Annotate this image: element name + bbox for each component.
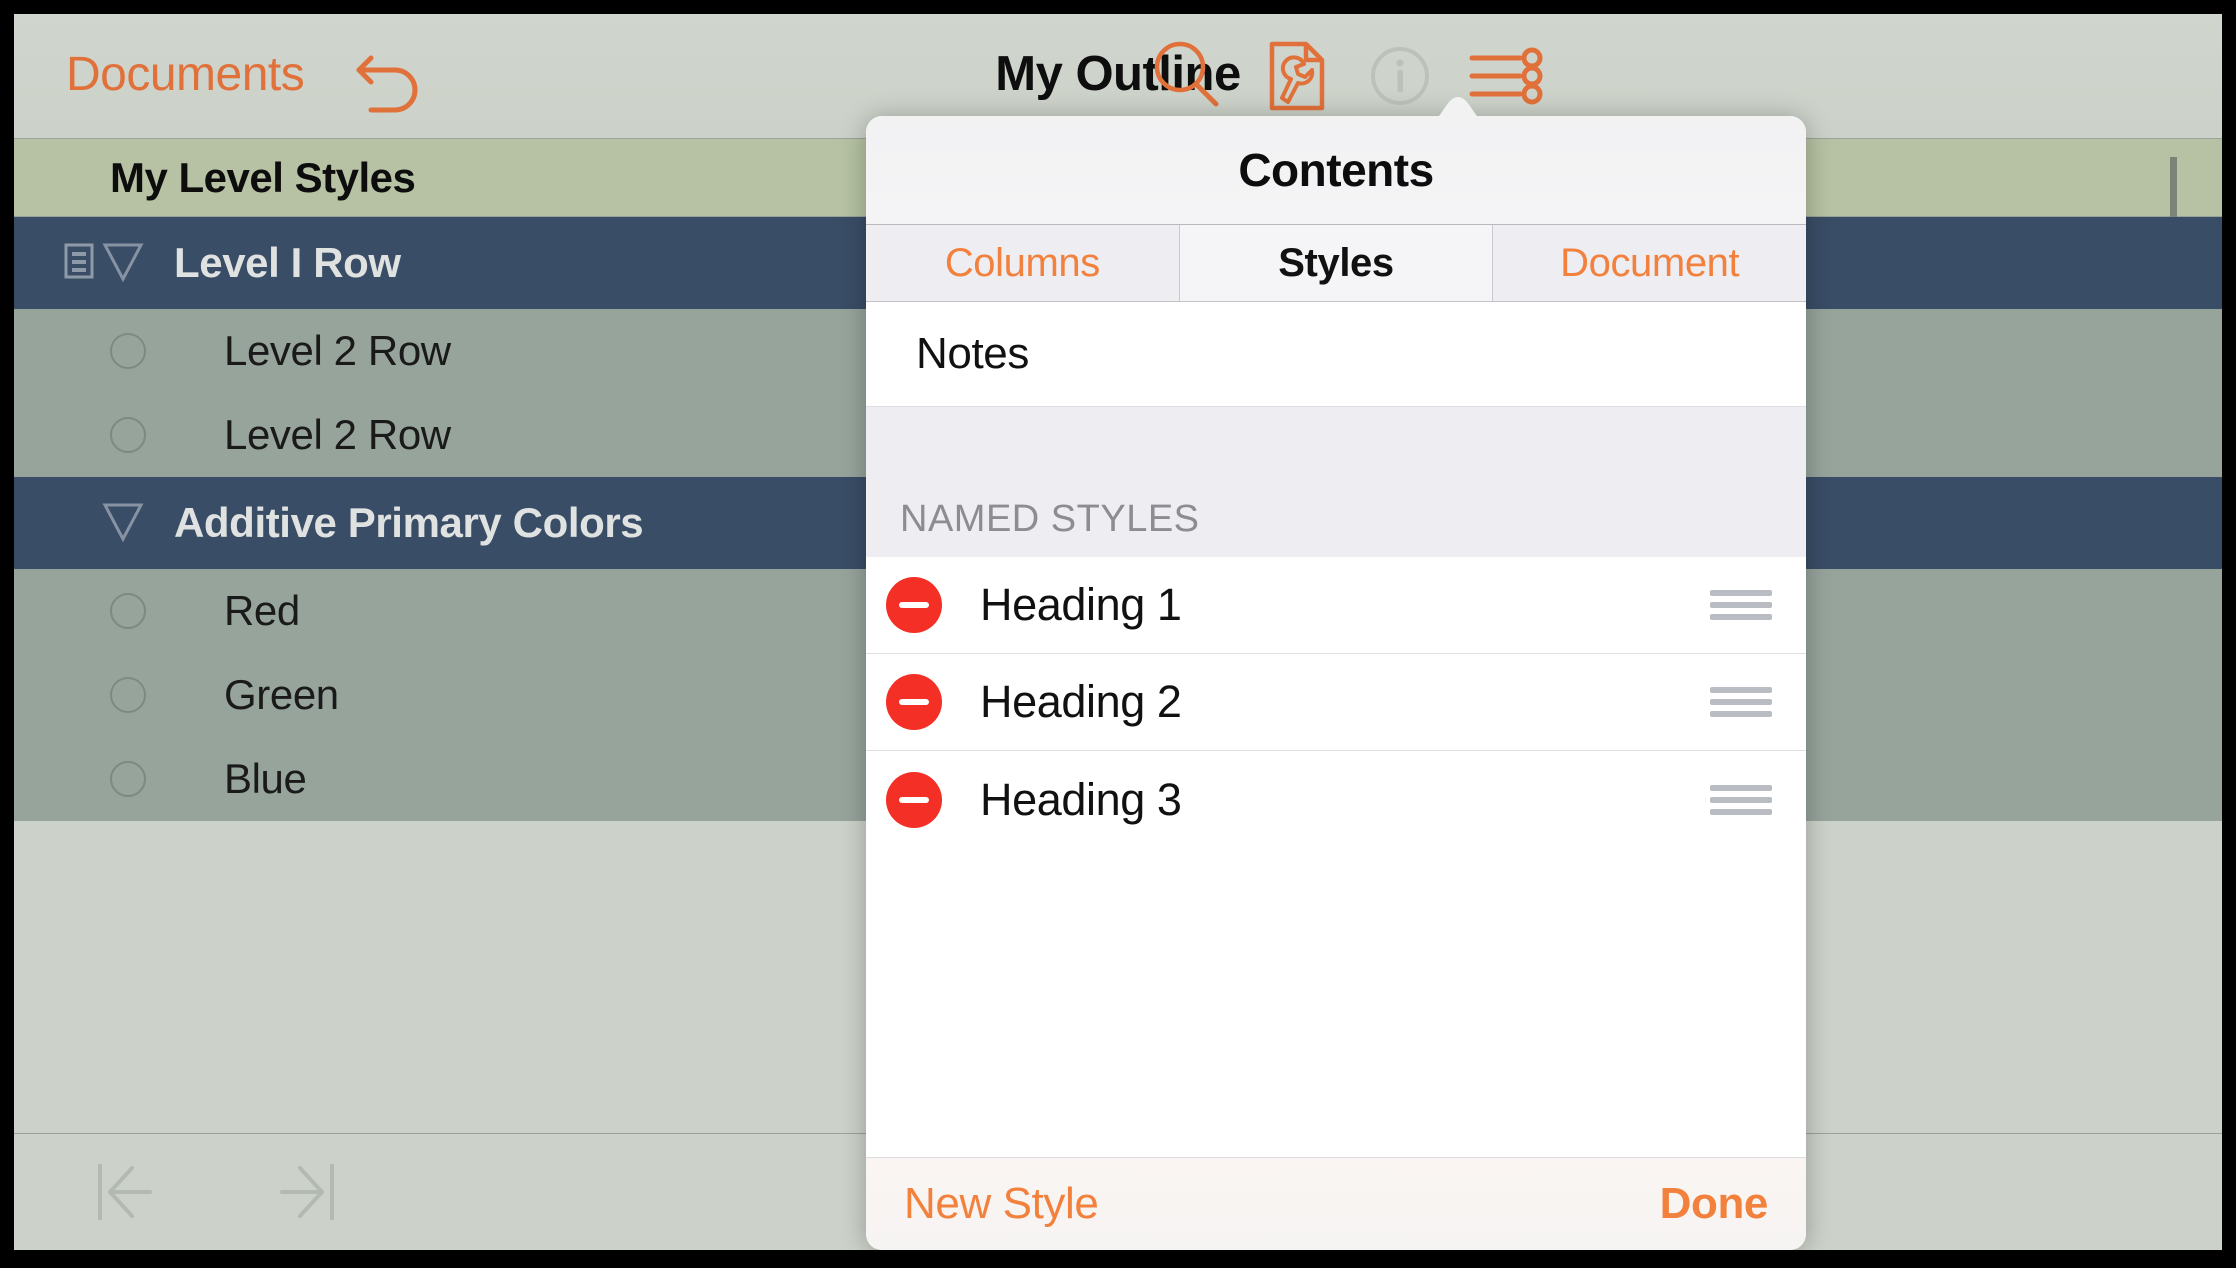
minus-circle-icon[interactable] bbox=[886, 577, 942, 633]
row-bullet-icon[interactable] bbox=[110, 593, 146, 629]
tab-columns[interactable]: Columns bbox=[866, 225, 1179, 301]
row-bullet-icon[interactable] bbox=[110, 333, 146, 369]
popover-title: Contents bbox=[1238, 144, 1434, 196]
page-title: My Outline bbox=[995, 47, 1241, 101]
drag-handle-icon[interactable] bbox=[1710, 590, 1772, 620]
row-gutter bbox=[14, 569, 164, 653]
disclosure-triangle-icon[interactable] bbox=[100, 499, 146, 548]
tab-styles[interactable]: Styles bbox=[1178, 225, 1493, 301]
tab-document[interactable]: Document bbox=[1492, 225, 1806, 301]
popover-title-bar: Contents bbox=[866, 116, 1806, 224]
row-label: Red bbox=[224, 587, 300, 634]
notes-label: Notes bbox=[916, 329, 1029, 378]
style-name-label: Heading 3 bbox=[980, 773, 1182, 825]
popover-footer: New Style Done bbox=[866, 1157, 1806, 1250]
named-styles-section-header: NAMED STYLES bbox=[866, 407, 1806, 557]
list-item[interactable]: Heading 2 bbox=[866, 654, 1806, 751]
document-wrench-icon[interactable] bbox=[1254, 34, 1338, 118]
row-label: Additive Primary Colors bbox=[174, 499, 644, 546]
list-item[interactable]: Heading 3 bbox=[866, 751, 1806, 848]
column-resize-handle[interactable] bbox=[2170, 157, 2196, 245]
row-gutter bbox=[14, 393, 164, 477]
style-name-label: Heading 1 bbox=[980, 579, 1182, 630]
notes-row[interactable]: Notes bbox=[866, 302, 1806, 407]
row-gutter bbox=[14, 217, 164, 309]
outdent-arrow-icon[interactable] bbox=[92, 1156, 168, 1228]
note-indicator-icon[interactable] bbox=[64, 242, 94, 285]
row-label: Level I Row bbox=[174, 239, 401, 286]
row-bullet-icon[interactable] bbox=[110, 677, 146, 713]
named-styles-label: NAMED STYLES bbox=[900, 498, 1200, 540]
named-styles-list: Heading 1 Heading 2 Heading 3 bbox=[866, 557, 1806, 1157]
done-button[interactable]: Done bbox=[1660, 1179, 1769, 1229]
style-name-label: Heading 2 bbox=[980, 676, 1182, 727]
contents-popover: Contents Columns Styles Document Notes N… bbox=[866, 116, 1806, 1250]
drag-handle-icon[interactable] bbox=[1710, 784, 1772, 815]
disclosure-triangle-icon[interactable] bbox=[100, 239, 146, 288]
app-window: Documents My Outline My Level Styles Lev… bbox=[14, 14, 2222, 1250]
row-label: Blue bbox=[224, 755, 307, 802]
list-item[interactable]: Heading 1 bbox=[866, 557, 1806, 654]
indent-arrow-icon[interactable] bbox=[264, 1156, 340, 1228]
popover-arrow bbox=[1414, 97, 1502, 131]
outline-header-label: My Level Styles bbox=[110, 153, 416, 201]
minus-circle-icon[interactable] bbox=[886, 771, 942, 828]
row-bullet-icon[interactable] bbox=[110, 417, 146, 453]
row-label: Level 2 Row bbox=[224, 411, 451, 458]
popover-tab-bar: Columns Styles Document bbox=[866, 224, 1806, 302]
search-icon[interactable] bbox=[1146, 34, 1230, 118]
minus-circle-icon[interactable] bbox=[886, 674, 942, 730]
row-label: Level 2 Row bbox=[224, 327, 451, 374]
drag-handle-icon[interactable] bbox=[1710, 687, 1772, 717]
row-gutter bbox=[14, 737, 164, 821]
row-gutter bbox=[14, 477, 164, 569]
row-gutter bbox=[14, 309, 164, 393]
row-bullet-icon[interactable] bbox=[110, 761, 146, 797]
row-gutter bbox=[14, 653, 164, 737]
row-label: Green bbox=[224, 671, 339, 718]
new-style-button[interactable]: New Style bbox=[904, 1179, 1099, 1229]
